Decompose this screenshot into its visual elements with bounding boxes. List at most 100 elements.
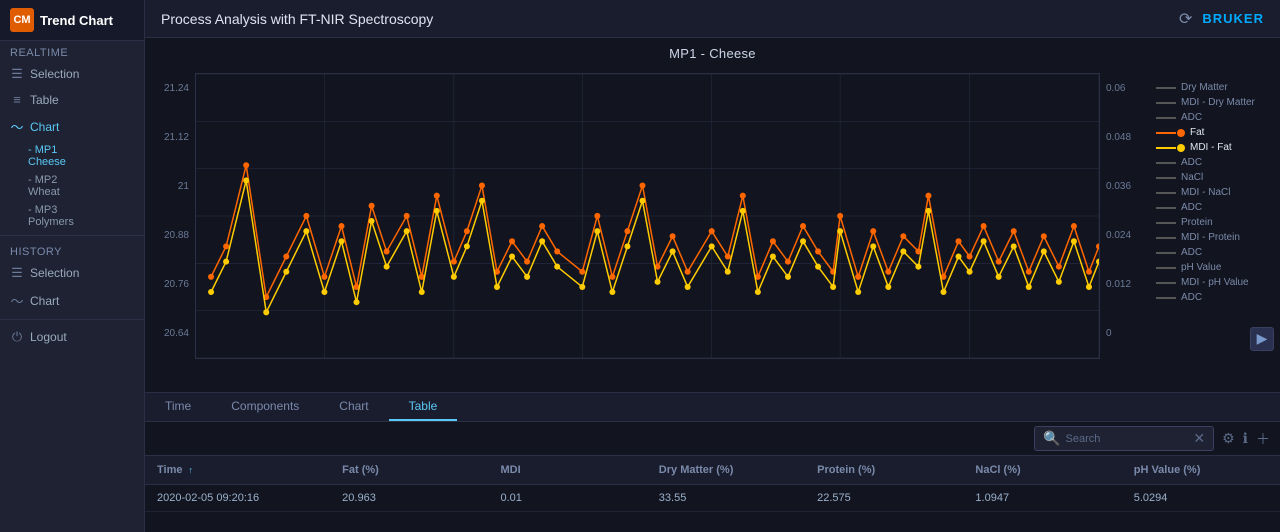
main-area: Process Analysis with FT-NIR Spectroscop… — [145, 0, 1280, 532]
legend-label: Fat — [1190, 127, 1204, 138]
cell-mdi: 0.01 — [488, 489, 646, 507]
logo-icon: CM — [10, 8, 34, 32]
legend-adc-4[interactable]: ADC — [1156, 246, 1274, 259]
legend-label: ADC — [1181, 292, 1202, 303]
legend-mdi-fat[interactable]: MDI - Fat — [1156, 141, 1274, 154]
legend-label: ADC — [1181, 247, 1202, 258]
refresh-icon[interactable]: ⟳ — [1179, 9, 1192, 29]
cell-protein: 22.575 — [805, 489, 963, 507]
fat-dots — [208, 162, 1099, 300]
sidebar-item-label: Table — [30, 93, 59, 107]
cell-ph: 5.0294 — [1122, 489, 1280, 507]
chart-legend: Dry Matter MDI - Dry Matter ADC Fat MDI … — [1150, 73, 1280, 359]
col-protein[interactable]: Protein (%) — [805, 461, 963, 479]
sidebar: CM Trend Chart Realtime ☰ Selection ≡ Ta… — [0, 0, 145, 532]
fat-line — [211, 165, 1099, 297]
legend-label: ADC — [1181, 112, 1202, 123]
selection-icon: ☰ — [10, 66, 24, 82]
tab-table[interactable]: Table — [389, 393, 458, 421]
filter-icon[interactable]: ⚙ — [1222, 430, 1235, 447]
y-label: 21.24 — [164, 83, 189, 94]
legend-label: Protein — [1181, 217, 1213, 228]
app-logo: CM Trend Chart — [0, 0, 144, 41]
legend-label: MDI - Dry Matter — [1181, 97, 1255, 108]
col-mdi[interactable]: MDI — [488, 461, 646, 479]
sidebar-item-label: Chart — [30, 120, 59, 134]
cell-dry-matter: 33.55 — [647, 489, 805, 507]
chart-icon: 〜 — [10, 117, 24, 136]
table-icon: ≡ — [10, 92, 24, 107]
clear-search-icon[interactable]: ✕ — [1193, 430, 1205, 447]
legend-adc-1[interactable]: ADC — [1156, 111, 1274, 124]
y-label: 20.76 — [164, 279, 189, 290]
chart-title: MP1 - Cheese — [145, 38, 1280, 63]
tab-chart[interactable]: Chart — [319, 393, 388, 421]
legend-mdi-ph[interactable]: MDI - pH Value — [1156, 276, 1274, 289]
legend-label: ADC — [1181, 157, 1202, 168]
chart-svg — [196, 74, 1099, 358]
logout-icon: ⏻ — [10, 329, 24, 345]
legend-fat[interactable]: Fat — [1156, 126, 1274, 139]
bruker-logo: BRUKER — [1202, 11, 1264, 26]
table-row[interactable]: 2020-02-05 09:20:16 20.963 0.01 33.55 22… — [145, 485, 1280, 512]
topbar-actions: ⟳ BRUKER — [1179, 9, 1264, 29]
legend-adc-5[interactable]: ADC — [1156, 291, 1274, 304]
legend-adc-3[interactable]: ADC — [1156, 201, 1274, 214]
y-right-label: 0.024 — [1106, 230, 1131, 241]
col-fat[interactable]: Fat (%) — [330, 461, 488, 479]
y-label: 21.12 — [164, 132, 189, 143]
y-right-label: 0 — [1106, 328, 1112, 339]
topbar: Process Analysis with FT-NIR Spectroscop… — [145, 0, 1280, 38]
chart-section: MP1 - Cheese 21.24 21.12 21 20.88 20.76 … — [145, 38, 1280, 392]
col-ph[interactable]: pH Value (%) — [1122, 461, 1280, 479]
y-label: 21 — [178, 181, 189, 192]
y-right-label: 0.06 — [1106, 83, 1125, 94]
sidebar-item-selection-hist[interactable]: ☰ Selection — [0, 260, 144, 286]
sidebar-item-chart-rt[interactable]: 〜 Chart — [0, 112, 144, 141]
add-icon[interactable]: ＋ — [1256, 429, 1270, 449]
sidebar-item-label: Selection — [30, 266, 79, 280]
realtime-section-header: Realtime — [0, 41, 144, 61]
y-axis-right: 0.06 0.048 0.036 0.024 0.012 0 — [1100, 73, 1150, 359]
legend-adc-2[interactable]: ADC — [1156, 156, 1274, 169]
table-section: Time Components Chart Table 🔍 ✕ ⚙ ℹ ＋ Ti… — [145, 392, 1280, 532]
page-title: Process Analysis with FT-NIR Spectroscop… — [161, 11, 433, 27]
legend-nacl[interactable]: NaCl — [1156, 171, 1274, 184]
col-dry-matter[interactable]: Dry Matter (%) — [647, 461, 805, 479]
legend-label: MDI - NaCl — [1181, 187, 1230, 198]
legend-mdi-nacl[interactable]: MDI - NaCl — [1156, 186, 1274, 199]
sidebar-subitem-mp3-polymers[interactable]: - MP3Polymers — [0, 201, 144, 231]
legend-expand-button[interactable]: ▶ — [1250, 327, 1274, 351]
legend-label: MDI - pH Value — [1181, 277, 1249, 288]
tab-components[interactable]: Components — [211, 393, 319, 421]
sidebar-item-label: Chart — [30, 294, 59, 308]
chart-hist-icon: 〜 — [10, 291, 24, 310]
cell-time: 2020-02-05 09:20:16 — [145, 489, 330, 507]
info-icon[interactable]: ℹ — [1243, 430, 1248, 447]
table-header: Time ↑ Fat (%) MDI Dry Matter (%) Protei… — [145, 456, 1280, 485]
legend-label: MDI - Protein — [1181, 232, 1240, 243]
legend-mdi-protein[interactable]: MDI - Protein — [1156, 231, 1274, 244]
legend-ph-value[interactable]: pH Value — [1156, 261, 1274, 274]
col-time[interactable]: Time ↑ — [145, 461, 330, 479]
sidebar-item-label: Logout — [30, 330, 67, 344]
app-title: Trend Chart — [40, 13, 113, 28]
col-nacl[interactable]: NaCl (%) — [963, 461, 1121, 479]
sidebar-item-label: Selection — [30, 67, 79, 81]
sidebar-item-logout[interactable]: ⏻ Logout — [0, 324, 144, 350]
tab-time[interactable]: Time — [145, 393, 211, 421]
cell-nacl: 1.0947 — [963, 489, 1121, 507]
sidebar-subitem-mp2-wheat[interactable]: - MP2Wheat — [0, 171, 144, 201]
search-box: 🔍 ✕ — [1034, 426, 1214, 451]
cell-fat: 20.963 — [330, 489, 488, 507]
sidebar-item-selection-rt[interactable]: ☰ Selection — [0, 61, 144, 87]
legend-label: MDI - Fat — [1190, 142, 1232, 153]
sidebar-subitem-mp1-cheese[interactable]: - MP1Cheese — [0, 141, 144, 171]
legend-dry-matter[interactable]: Dry Matter — [1156, 81, 1274, 94]
y-right-label: 0.048 — [1106, 132, 1131, 143]
sidebar-item-chart-hist[interactable]: 〜 Chart — [0, 286, 144, 315]
sidebar-item-table[interactable]: ≡ Table — [0, 87, 144, 112]
legend-protein[interactable]: Protein — [1156, 216, 1274, 229]
legend-mdi-dry-matter[interactable]: MDI - Dry Matter — [1156, 96, 1274, 109]
search-input[interactable] — [1066, 433, 1189, 445]
